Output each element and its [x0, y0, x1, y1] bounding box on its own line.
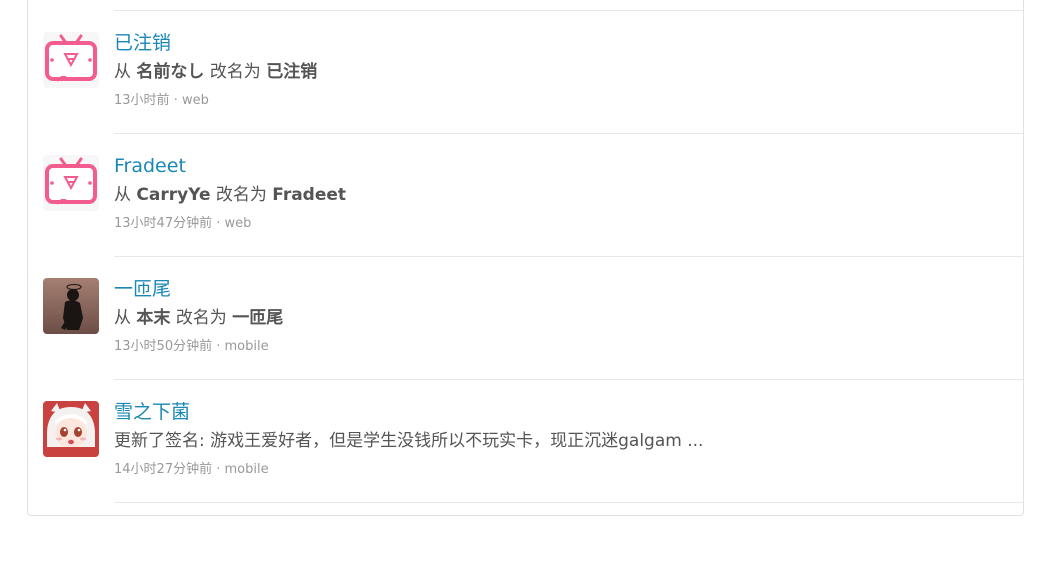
activity-meta: 13小时47分钟前 · web	[114, 216, 252, 231]
activity-item: 已注销 从 名前なし 改名为 已注销 13小时前 · web	[28, 11, 1023, 134]
activity-text: 从 名前なし 改名为 已注销	[114, 62, 318, 82]
bilibili-tv-avatar-icon[interactable]	[43, 32, 99, 88]
activity-meta: 13小时前 · web	[114, 93, 209, 108]
activity-meta: 13小时50分钟前 · mobile	[114, 339, 269, 354]
new-name: Fradeet	[272, 185, 347, 205]
new-name: 已注销	[266, 62, 318, 82]
activity-text: 从 本末 改名为 一匝尾	[114, 308, 284, 328]
activity-meta: 14小时27分钟前 · mobile	[114, 462, 269, 477]
timestamp: 14小时27分钟前	[114, 462, 213, 477]
timestamp: 13小时50分钟前	[114, 339, 213, 354]
source: mobile	[224, 339, 269, 354]
old-name: 名前なし	[136, 62, 205, 82]
divider	[114, 502, 1023, 503]
source: web	[181, 93, 209, 108]
timestamp: 13小时前	[114, 93, 170, 108]
new-name: 一匝尾	[232, 308, 284, 328]
user-name-link[interactable]: 已注销	[114, 32, 171, 54]
activity-text: 从 CarryYe 改名为 Fradeet	[114, 185, 347, 205]
timestamp: 13小时47分钟前	[114, 216, 213, 231]
activity-item: 雪之下菌 更新了签名: 游戏王爱好者，但是学生没钱所以不玩实卡，现正沉迷galg…	[28, 380, 1023, 503]
activity-item: 一匝尾 从 本末 改名为 一匝尾 13小时50分钟前 · mobile	[28, 257, 1023, 380]
activity-item: Fradeet 从 CarryYe 改名为 Fradeet 13小时47分钟前 …	[28, 134, 1023, 257]
old-name: CarryYe	[136, 185, 211, 205]
anime-girl-avatar-icon[interactable]	[43, 401, 99, 457]
activity-panel: 已注销 从 名前なし 改名为 已注销 13小时前 · web Fradeet 从…	[27, 0, 1024, 516]
bilibili-tv-avatar-icon[interactable]	[43, 155, 99, 211]
old-name: 本末	[136, 308, 171, 328]
silhouette-avatar-icon[interactable]	[43, 278, 99, 334]
source: web	[224, 216, 252, 231]
user-name-link[interactable]: 雪之下菌	[114, 401, 190, 423]
user-name-link[interactable]: Fradeet	[114, 155, 186, 177]
source: mobile	[224, 462, 269, 477]
user-name-link[interactable]: 一匝尾	[114, 278, 171, 300]
activity-text: 更新了签名: 游戏王爱好者，但是学生没钱所以不玩实卡，现正沉迷galgam ..…	[114, 431, 704, 451]
